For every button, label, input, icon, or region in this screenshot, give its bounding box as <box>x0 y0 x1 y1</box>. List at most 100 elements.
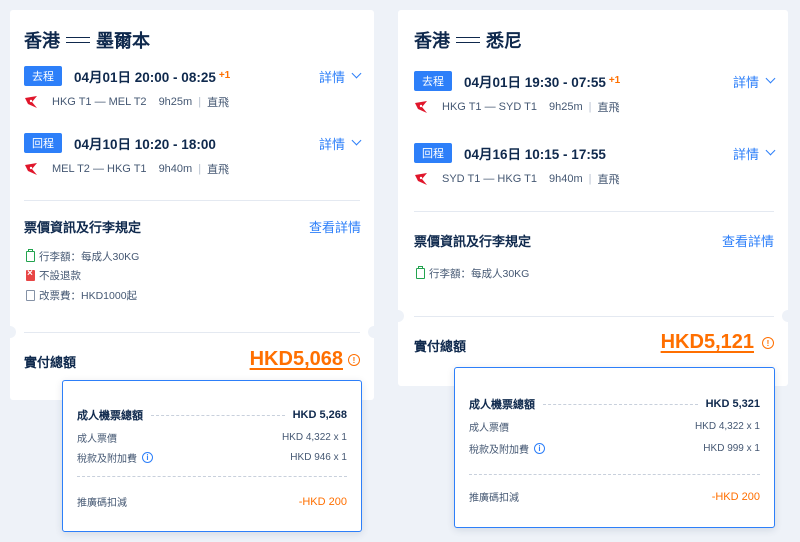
return-segment: 回程 04月10日 10:20 - 18:00 詳情 MEL T2 — HKG … <box>24 133 362 176</box>
details-toggle[interactable]: 詳情 <box>318 134 362 153</box>
divider <box>469 474 760 475</box>
nonstop-label: 直飛 <box>207 97 230 109</box>
chevron-down-icon <box>765 145 776 155</box>
total-amount[interactable]: HKD5,068 <box>250 348 343 371</box>
card-notch <box>4 326 16 338</box>
view-details-link[interactable]: 查看詳情 <box>309 217 361 236</box>
round-trip-arrow-icon <box>66 36 90 44</box>
outbound-segment: 去程 04月01日 19:30 - 07:55 +1 詳情 HKG T1 — S… <box>414 71 776 114</box>
discount-value: -HKD 200 <box>711 490 760 503</box>
round-trip-arrow-icon <box>456 36 480 44</box>
route-title: 香港 墨爾本 <box>24 27 150 53</box>
rule-text: 不設退款 <box>39 270 81 282</box>
baggage-icon <box>416 266 425 279</box>
divider <box>414 316 774 317</box>
rule-refund: 不設退款 <box>26 268 81 283</box>
segment-route: HKG T1 — MEL T2 <box>52 96 147 108</box>
details-label: 詳情 <box>318 69 345 85</box>
baggage-icon <box>26 249 35 262</box>
tax-label: 稅款及附加費 <box>77 454 137 465</box>
rule-baggage: 行李額：每成人30KG <box>26 249 139 264</box>
separator: | <box>588 101 592 113</box>
fare-label: 成人票價 <box>77 434 117 445</box>
chevron-down-icon <box>351 68 362 78</box>
total-label: 實付總額 <box>24 355 77 370</box>
details-label: 詳情 <box>732 146 759 162</box>
segment-time: 04月01日 19:30 - 07:55 <box>464 75 606 90</box>
itinerary-card-melbourne: 香港 墨爾本 去程 04月01日 20:00 - 08:25 +1 詳情 HKG… <box>4 10 380 400</box>
rule-text: 行李額：每成人30KG <box>39 251 140 263</box>
total-label: 實付總額 <box>414 339 467 354</box>
details-label: 詳情 <box>318 136 345 152</box>
chevron-down-icon <box>351 135 362 145</box>
destination-city: 悉尼 <box>486 31 522 51</box>
outbound-tag: 去程 <box>414 71 452 91</box>
separator: | <box>588 173 592 185</box>
total-amount[interactable]: HKD5,121 <box>661 331 754 354</box>
nonstop-label: 直飛 <box>597 102 620 114</box>
price-breakdown-popup: 成人機票總額 HKD 5,321 成人票價 HKD 4,322 x 1 稅款及附… <box>454 367 775 528</box>
popup-total-row: 成人機票總額 HKD 5,268 <box>77 407 347 423</box>
segment-duration: 9h25m <box>548 101 583 113</box>
fare-value: HKD 4,322 x 1 <box>281 432 347 443</box>
divider <box>77 476 347 477</box>
segment-route: HKG T1 — SYD T1 <box>442 101 537 113</box>
discount-label: 推廣碼扣減 <box>469 493 519 504</box>
return-tag: 回程 <box>24 133 62 153</box>
dotted-leader <box>543 403 698 405</box>
popup-fare-row: 成人票價 HKD 4,322 x 1 <box>469 419 760 434</box>
origin-city: 香港 <box>24 31 60 51</box>
segment-route: MEL T2 — HKG T1 <box>52 163 147 175</box>
divider <box>24 200 360 201</box>
popup-tax-row: 稅款及附加費 i HKD 999 x 1 <box>469 441 760 456</box>
outbound-segment: 去程 04月01日 20:00 - 08:25 +1 詳情 HKG T1 — M… <box>24 66 362 109</box>
segment-duration: 9h40m <box>548 173 583 185</box>
price-breakdown-popup: 成人機票總額 HKD 5,268 成人票價 HKD 4,322 x 1 稅款及附… <box>62 380 362 532</box>
next-day-badge: +1 <box>608 74 621 86</box>
dotted-leader <box>151 414 285 416</box>
rule-change-fee: 改票費：HKD1000起 <box>26 288 137 303</box>
segment-time: 04月16日 10:15 - 17:55 <box>464 147 606 162</box>
segment-time: 04月01日 20:00 - 08:25 <box>74 70 216 85</box>
airline-tail-icon <box>25 96 37 108</box>
rule-baggage: 行李額：每成人30KG <box>416 266 529 281</box>
next-day-badge: +1 <box>218 69 231 81</box>
chevron-down-icon <box>765 73 776 83</box>
popup-tax-row: 稅款及附加費 i HKD 946 x 1 <box>77 450 347 465</box>
destination-city: 墨爾本 <box>96 31 150 51</box>
separator: | <box>198 96 202 108</box>
details-label: 詳情 <box>732 74 759 90</box>
tax-value: HKD 946 x 1 <box>290 452 347 463</box>
popup-total-row: 成人機票總額 HKD 5,321 <box>469 396 760 412</box>
details-toggle[interactable]: 詳情 <box>732 144 776 163</box>
tax-value: HKD 999 x 1 <box>703 443 760 454</box>
view-details-link[interactable]: 查看詳情 <box>722 231 774 250</box>
info-icon[interactable]: i <box>534 443 545 454</box>
route-title: 香港 悉尼 <box>414 27 522 53</box>
details-toggle[interactable]: 詳情 <box>318 67 362 86</box>
fare-label: 成人票價 <box>469 423 509 434</box>
airline-tail-icon <box>415 173 427 185</box>
info-icon[interactable]: i <box>142 452 153 463</box>
details-toggle[interactable]: 詳情 <box>732 72 776 91</box>
change-fee-icon <box>26 290 35 301</box>
segment-time: 04月10日 10:20 - 18:00 <box>74 137 216 152</box>
fare-rules-title: 票價資訊及行李規定 <box>414 234 532 249</box>
info-icon[interactable]: ! <box>762 337 774 349</box>
info-icon[interactable]: ! <box>348 354 360 366</box>
card-notch <box>392 310 404 322</box>
tax-label: 稅款及附加費 <box>469 445 529 456</box>
separator: | <box>198 163 202 175</box>
segment-route: SYD T1 — HKG T1 <box>442 173 537 185</box>
nonstop-label: 直飛 <box>597 174 620 186</box>
divider <box>414 211 774 212</box>
return-segment: 回程 04月16日 10:15 - 17:55 詳情 SYD T1 — HKG … <box>414 143 776 186</box>
itinerary-card-sydney: 香港 悉尼 去程 04月01日 19:30 - 07:55 +1 詳情 HKG … <box>392 10 794 386</box>
outbound-tag: 去程 <box>24 66 62 86</box>
segment-duration: 9h40m <box>158 163 193 175</box>
fare-rules-title: 票價資訊及行李規定 <box>24 220 142 235</box>
discount-label: 推廣碼扣減 <box>77 498 127 509</box>
popup-total-label: 成人機票總額 <box>77 410 143 422</box>
rule-text: 改票費：HKD1000起 <box>39 290 138 302</box>
segment-duration: 9h25m <box>158 96 193 108</box>
